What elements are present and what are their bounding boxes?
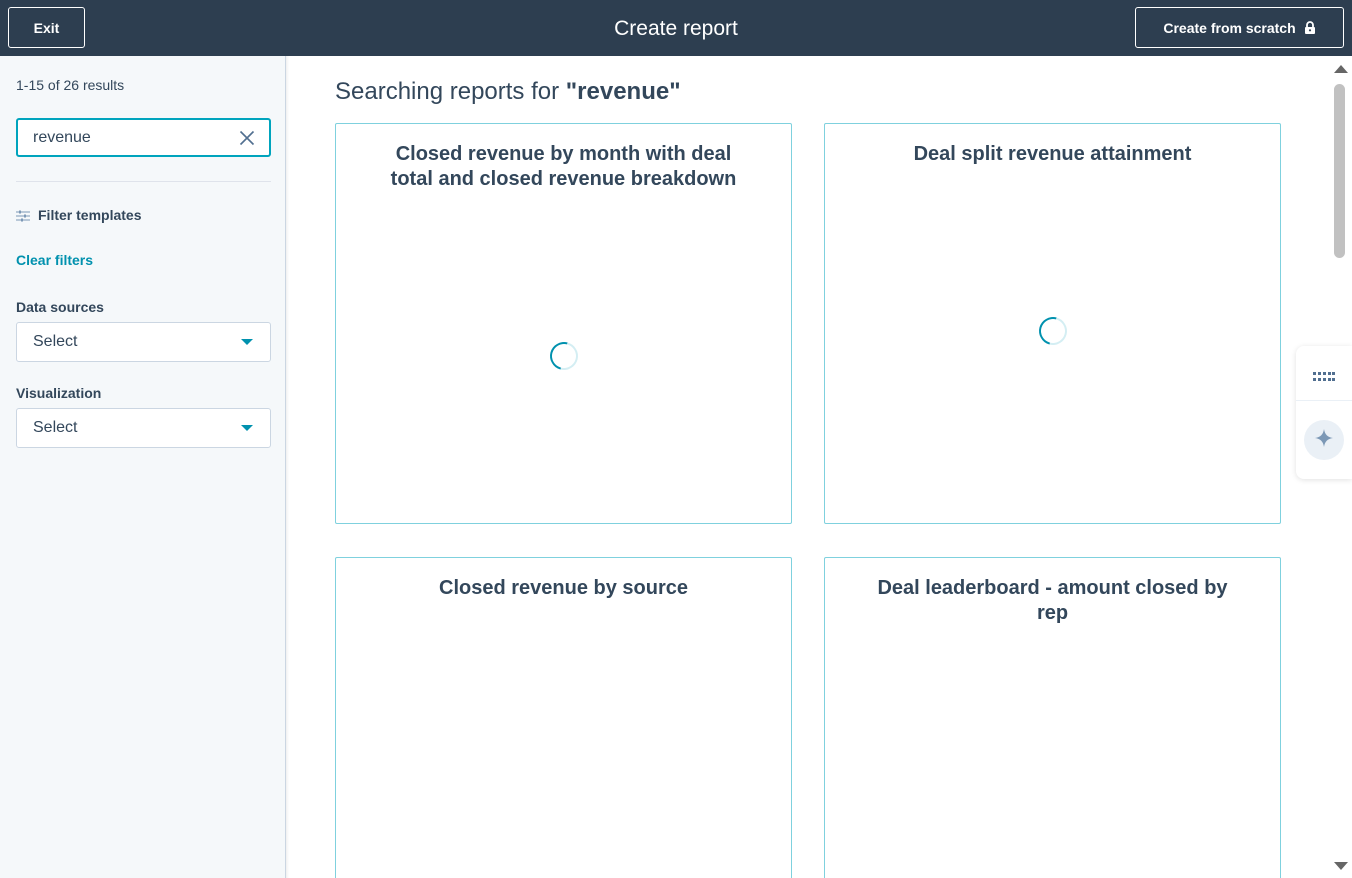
side-helper-widget [1296,346,1352,479]
filter-sidebar: 1-15 of 26 results Filter templates Clea… [0,56,286,878]
report-card-title: Closed revenue by month with deal total … [390,143,737,190]
visualization-value: Select [33,419,78,436]
data-sources-value: Select [33,333,78,350]
create-from-scratch-label: Create from scratch [1163,19,1296,36]
exit-button-label: Exit [33,19,60,36]
report-card-title: Deal split revenue attainment [913,143,1192,165]
clear-filters-link[interactable]: Clear filters [16,252,93,268]
report-card-title: Deal leaderboard - amount closed by rep [877,577,1228,624]
filter-sliders-icon [16,209,30,222]
ai-assistant-button[interactable] [1304,420,1344,460]
scroll-thumb[interactable] [1334,84,1345,258]
clear-search-icon[interactable] [239,130,255,146]
search-input[interactable] [33,120,233,155]
widget-divider [1296,400,1352,401]
caret-down-icon [241,339,253,345]
report-card[interactable]: Closed revenue by month with deal total … [335,123,792,524]
visualization-select[interactable]: Select [16,408,271,448]
visualization-label: Visualization [16,385,102,401]
create-from-scratch-button[interactable]: Create from scratch [1135,7,1344,48]
filter-templates-header: Filter templates [16,207,141,223]
search-heading-query: "revenue" [565,78,681,105]
report-card[interactable]: Closed revenue by source [335,557,792,878]
data-sources-label: Data sources [16,299,104,315]
scroll-down-arrow-icon[interactable] [1334,862,1348,870]
data-sources-select[interactable]: Select [16,322,271,362]
lock-icon [1304,21,1316,34]
sidebar-divider [16,181,271,182]
caret-down-icon [241,425,253,431]
exit-button[interactable]: Exit [8,7,85,48]
search-heading-prefix: Searching reports for [335,78,560,105]
report-card[interactable]: Deal split revenue attainment [824,123,1281,524]
scroll-up-arrow-icon[interactable] [1334,65,1348,73]
results-count: 1-15 of 26 results [16,77,125,93]
search-box[interactable] [16,118,271,157]
report-card-title: Closed revenue by source [439,577,688,599]
loading-spinner-icon [1033,311,1073,351]
loading-spinner-icon [544,336,584,376]
top-bar: Exit Create report Create from scratch [0,0,1352,56]
report-card[interactable]: Deal leaderboard - amount closed by rep [824,557,1281,878]
report-results: Searching reports for "revenue" Closed r… [289,56,1328,878]
search-heading: Searching reports for "revenue" [335,78,681,106]
filter-templates-label: Filter templates [38,207,142,223]
grid-dots-icon[interactable] [1313,369,1335,381]
sparkle-icon [1314,428,1334,453]
